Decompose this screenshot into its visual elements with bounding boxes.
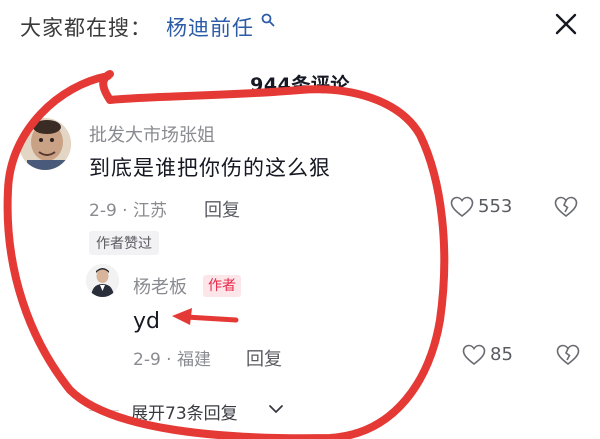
broken-heart-icon[interactable] <box>556 344 580 366</box>
reply-button[interactable]: 回复 <box>204 196 240 222</box>
reply-text: yd <box>133 309 160 334</box>
avatar[interactable] <box>86 264 119 297</box>
close-icon[interactable] <box>552 10 580 38</box>
like-count: 85 <box>490 344 513 365</box>
search-suggestion-prefix: 大家都在搜： <box>20 16 152 40</box>
expand-replies-button[interactable]: 展开73条回复 <box>131 399 238 424</box>
reply-date-location: 2-9 · 福建 <box>133 350 211 370</box>
heart-icon <box>462 344 486 366</box>
liked-by-author-badge: 作者赞过 <box>89 231 159 255</box>
like-count: 553 <box>478 196 513 217</box>
reply-username[interactable]: 杨老板 <box>133 273 187 299</box>
chevron-down-icon[interactable] <box>268 402 284 416</box>
comment-count-title: 944条评论 <box>250 74 350 96</box>
expand-divider <box>89 410 119 411</box>
broken-heart-icon[interactable] <box>554 196 578 218</box>
reply-button[interactable]: 回复 <box>246 345 282 371</box>
search-suggestion-bar[interactable]: 大家都在搜： 杨迪前任 <box>0 0 600 56</box>
comment-date-location: 2-9 · 江苏 <box>89 201 167 221</box>
heart-icon <box>450 196 474 218</box>
search-suggestion-keyword[interactable]: 杨迪前任 <box>166 12 254 42</box>
search-icon[interactable] <box>261 13 275 27</box>
comment-username[interactable]: 批发大市场张姐 <box>89 121 215 147</box>
author-badge: 作者 <box>203 275 241 297</box>
avatar[interactable] <box>19 118 71 170</box>
comment-text: 到底是谁把你伤的这么狠 <box>89 156 331 180</box>
